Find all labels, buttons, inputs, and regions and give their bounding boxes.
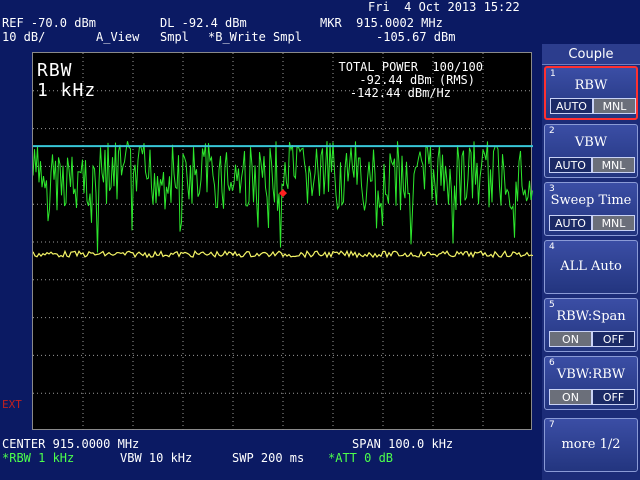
softkey-number: 7 <box>549 420 555 430</box>
marker-level: -105.67 dBm <box>376 30 456 44</box>
datetime: Fri 4 Oct 2013 15:22 <box>368 0 520 14</box>
display-line-level: DL -92.4 dBm <box>160 16 247 30</box>
softkey-more[interactable]: 7 more 1/2 <box>544 418 638 472</box>
rbw-toggle[interactable]: AUTO MNL <box>550 98 636 114</box>
softkey-vbw[interactable]: 2 VBW AUTO MNL <box>544 124 638 178</box>
rbw-overlay-label: RBW <box>37 60 73 81</box>
softkey-rbw-span[interactable]: 5 RBW:Span ON OFF <box>544 298 638 352</box>
marker-frequency: MKR 915.0002 MHz <box>320 16 443 30</box>
softkey-number: 4 <box>549 242 555 252</box>
vbw-rbw-toggle[interactable]: ON OFF <box>549 389 635 405</box>
toggle-off[interactable]: OFF <box>592 331 635 347</box>
rbw-overlay-value: 1 kHz <box>37 80 97 101</box>
toggle-auto[interactable]: AUTO <box>549 215 592 231</box>
toggle-auto[interactable]: AUTO <box>550 98 593 114</box>
softkey-label: VBW <box>574 135 608 150</box>
trace-a-mode: A_View <box>96 30 140 44</box>
menu-title: Couple <box>542 44 640 65</box>
trace-a-detector: Smpl <box>160 30 189 44</box>
softkey-label: RBW <box>574 78 608 93</box>
spectrum-display[interactable]: RBW 1 kHz TOTAL POWER 100/100 -92.44 dBm… <box>32 52 533 431</box>
softkey-all-auto[interactable]: 4 ALL Auto <box>544 240 638 294</box>
trace-a <box>33 249 533 259</box>
spectrum-plot <box>33 53 533 431</box>
marker-diamond <box>279 189 287 198</box>
toggle-manual[interactable]: MNL <box>593 98 636 114</box>
ext-indicator: EXT <box>2 398 22 411</box>
vbw-toggle[interactable]: AUTO MNL <box>549 157 635 173</box>
sweep-time-toggle[interactable]: AUTO MNL <box>549 215 635 231</box>
softkey-label: ALL Auto <box>560 259 622 274</box>
sweep-time-setting: SWP 200 ms <box>232 451 305 465</box>
softkey-label: Sweep Time <box>550 193 632 208</box>
rbw-span-toggle[interactable]: ON OFF <box>549 331 635 347</box>
softkey-sweep-time[interactable]: 3 Sweep Time AUTO MNL <box>544 182 638 236</box>
vbw-setting: VBW 10 kHz <box>120 451 193 465</box>
softkey-label: VBW:RBW <box>556 367 626 382</box>
rbw-setting: *RBW 1 kHz <box>2 451 75 465</box>
softkey-rbw[interactable]: 1 RBW AUTO MNL <box>544 66 638 120</box>
toggle-manual[interactable]: MNL <box>592 215 635 231</box>
frequency-span: SPAN 100.0 kHz <box>352 437 454 451</box>
softkey-vbw-rbw[interactable]: 6 VBW:RBW ON OFF <box>544 356 638 410</box>
toggle-off[interactable]: OFF <box>592 389 635 405</box>
toggle-on[interactable]: ON <box>549 331 592 347</box>
toggle-auto[interactable]: AUTO <box>549 157 592 173</box>
softkey-menu: Couple 1 RBW AUTO MNL 2 VBW AUTO MNL 3 S… <box>542 44 640 480</box>
softkey-label: RBW:Span <box>556 309 626 324</box>
toggle-on[interactable]: ON <box>549 389 592 405</box>
trace-b-mode: *B_Write Smpl <box>208 30 302 44</box>
total-power-density: -142.44 dBm/Hz <box>349 86 451 100</box>
scale-per-div: 10 dB/ <box>2 30 46 44</box>
attenuation-setting: *ATT 0 dB <box>328 451 394 465</box>
softkey-label: more 1/2 <box>561 437 621 452</box>
ref-level: REF -70.0 dBm <box>2 16 96 30</box>
toggle-manual[interactable]: MNL <box>592 157 635 173</box>
center-frequency: CENTER 915.0000 MHz <box>2 437 140 451</box>
